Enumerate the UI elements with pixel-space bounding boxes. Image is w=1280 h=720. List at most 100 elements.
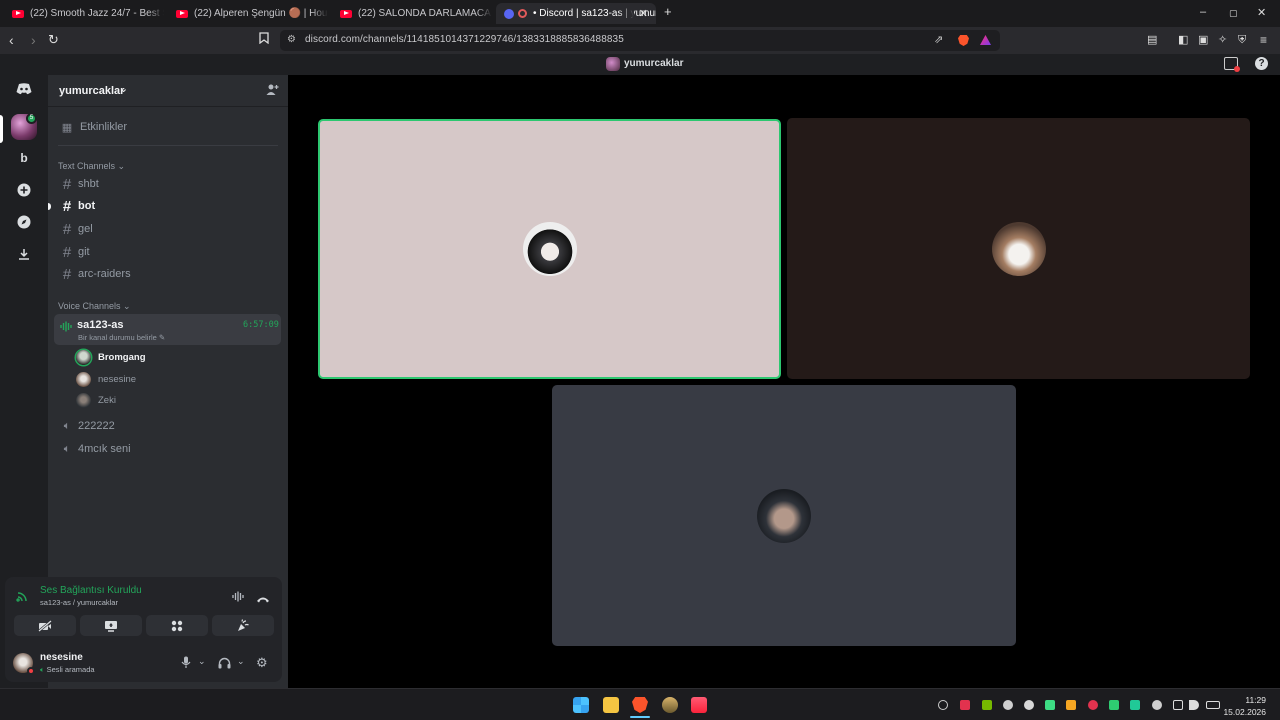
bookmark-icon[interactable] [259, 32, 269, 48]
brave-browser-icon[interactable] [632, 697, 648, 713]
menu-icon[interactable]: ≡ [1260, 32, 1267, 48]
voice-user-zeki[interactable]: Zeki [76, 391, 116, 409]
server-name: yumurcaklar [59, 85, 125, 97]
voice-channel-222222[interactable]: 🔈︎ 222222 [54, 415, 280, 437]
reader-icon[interactable]: ▤ [1147, 32, 1157, 48]
inbox-icon[interactable] [1224, 57, 1240, 72]
selected-server-indicator [0, 115, 3, 143]
divider [58, 145, 278, 146]
channel-shbt[interactable]: # shbt [54, 173, 280, 195]
add-server-icon[interactable] [12, 178, 36, 202]
server-icon [606, 57, 620, 71]
disconnect-icon[interactable] [256, 590, 270, 608]
microphone-icon[interactable] [181, 656, 191, 674]
new-tab-button[interactable]: + [664, 4, 672, 19]
tray-app-icon[interactable] [1130, 700, 1140, 710]
camera-off-button[interactable] [14, 615, 76, 636]
browser-tab-bar: (22) Smooth Jazz 24/7 - Best Smooth (22)… [0, 0, 1280, 27]
tray-app-icon[interactable] [1066, 700, 1076, 710]
network-icon[interactable] [1173, 700, 1183, 710]
brave-rewards-icon[interactable] [980, 35, 991, 45]
active-voice-channel[interactable]: sa123-as 6:57:09 Bir kanal durumu belirl… [54, 314, 281, 345]
league-client-icon[interactable] [662, 697, 678, 713]
battery-icon[interactable] [1206, 701, 1220, 709]
user-name: nesesine [40, 652, 83, 663]
user-avatar[interactable] [13, 653, 35, 675]
hash-icon: # [62, 243, 72, 261]
help-icon[interactable]: ? [1255, 57, 1268, 70]
participant-avatar [991, 221, 1046, 276]
voice-channels-category[interactable]: Voice Channels ⌄ [58, 301, 131, 312]
activities-button[interactable] [146, 615, 208, 636]
channel-git[interactable]: # git [54, 241, 280, 263]
invite-people-icon[interactable] [266, 83, 279, 101]
back-icon[interactable]: ‹ [9, 32, 14, 48]
chevron-down-icon[interactable]: ⌄ [198, 656, 206, 667]
noise-suppression-icon[interactable] [232, 589, 245, 607]
forward-icon[interactable]: › [31, 32, 36, 48]
text-channels-category[interactable]: Text Channels ⌄ [58, 161, 125, 172]
tray-app-icon[interactable] [1003, 700, 1013, 710]
server-header[interactable]: yumurcaklar ⌄ [48, 75, 288, 107]
status-dot [27, 667, 35, 675]
file-explorer-icon[interactable] [603, 697, 619, 713]
close-tab-icon[interactable]: ✕ [639, 7, 648, 20]
apple-music-icon[interactable] [691, 697, 707, 713]
nvidia-icon[interactable] [982, 700, 992, 710]
browser-tab[interactable]: (22) Smooth Jazz 24/7 - Best Smooth [4, 3, 164, 24]
tray-app-icon[interactable] [1088, 700, 1098, 710]
tray-app-icon[interactable] [1045, 700, 1055, 710]
tray-app-icon[interactable] [1109, 700, 1119, 710]
participant-tile-zeki[interactable] [552, 385, 1016, 646]
address-bar[interactable]: ⚙ discord.com/channels/11418510143712297… [280, 30, 1000, 51]
channel-bot[interactable]: # bot [54, 195, 280, 217]
system-clock[interactable]: 11:29 15.02.2026 [1223, 694, 1266, 718]
screen-share-button[interactable] [80, 615, 142, 636]
browser-tab[interactable]: (22) SALONDA DARLAMACA - YouTu [332, 3, 492, 24]
download-icon[interactable] [12, 242, 36, 266]
restore-button[interactable]: ▢ [1229, 8, 1238, 19]
headphones-icon[interactable] [218, 656, 231, 674]
youtube-icon [12, 9, 24, 18]
brave-shields-icon[interactable] [958, 35, 969, 46]
tray-app-icon[interactable] [938, 700, 948, 710]
sidebar-icon[interactable]: ◧ [1178, 32, 1188, 48]
browser-tab[interactable]: (22) Alperen Şengün 🟤 | Houston R [168, 3, 328, 24]
voice-user-nesesine[interactable]: nesesine [76, 370, 136, 388]
reload-icon[interactable]: ↻ [48, 32, 59, 48]
server-icon-b[interactable]: b [12, 146, 36, 170]
participant-tile-bromgang[interactable] [318, 119, 781, 379]
minimize-button[interactable]: – [1200, 6, 1206, 18]
wallet-icon[interactable]: ▣ [1198, 32, 1208, 48]
volume-icon[interactable] [1189, 700, 1199, 710]
microphone-tray-icon[interactable] [1152, 700, 1162, 710]
voice-user-bromgang[interactable]: Bromgang [76, 348, 146, 366]
participant-tile-nesesine[interactable] [787, 118, 1250, 379]
hash-icon: # [62, 265, 72, 283]
channel-status-hint[interactable]: Bir kanal durumu belirle ✎ [78, 333, 165, 342]
direct-messages-icon[interactable] [12, 77, 36, 101]
voice-channel-4mcik-seni[interactable]: 🔈︎ 4mcık seni [54, 438, 280, 460]
start-icon[interactable] [573, 697, 589, 713]
vpn-icon[interactable]: ⛨ [1238, 32, 1246, 48]
settings-icon[interactable]: ⚙ [256, 655, 268, 671]
close-window-button[interactable]: ✕ [1257, 6, 1266, 19]
hash-icon: # [62, 197, 72, 215]
share-icon[interactable]: ⇗ [934, 33, 943, 46]
channel-arc-raiders[interactable]: # arc-raiders [54, 263, 280, 285]
tray-app-icon[interactable] [960, 700, 970, 710]
recording-icon [518, 9, 527, 18]
server-badge: 5 [26, 113, 37, 124]
site-info-icon[interactable]: ⚙ [287, 34, 296, 45]
chevron-down-icon[interactable]: ⌄ [237, 656, 245, 667]
leo-ai-icon[interactable]: ✧ [1218, 32, 1227, 48]
voice-connection-status[interactable]: Ses Bağlantısı Kuruldu [40, 585, 142, 596]
discover-icon[interactable] [12, 210, 36, 234]
soundboard-button[interactable] [212, 615, 274, 636]
browser-tab-active[interactable]: • Discord | sa123-as | yumurc ✕ [496, 3, 656, 24]
channel-gel[interactable]: # gel [54, 218, 280, 240]
participant-avatar [522, 222, 577, 276]
events-link[interactable]: ▦ Etkinlikler [54, 116, 280, 138]
voice-connection-location[interactable]: sa123-as / yumurcaklar [40, 598, 118, 607]
tray-app-icon[interactable] [1024, 700, 1034, 710]
